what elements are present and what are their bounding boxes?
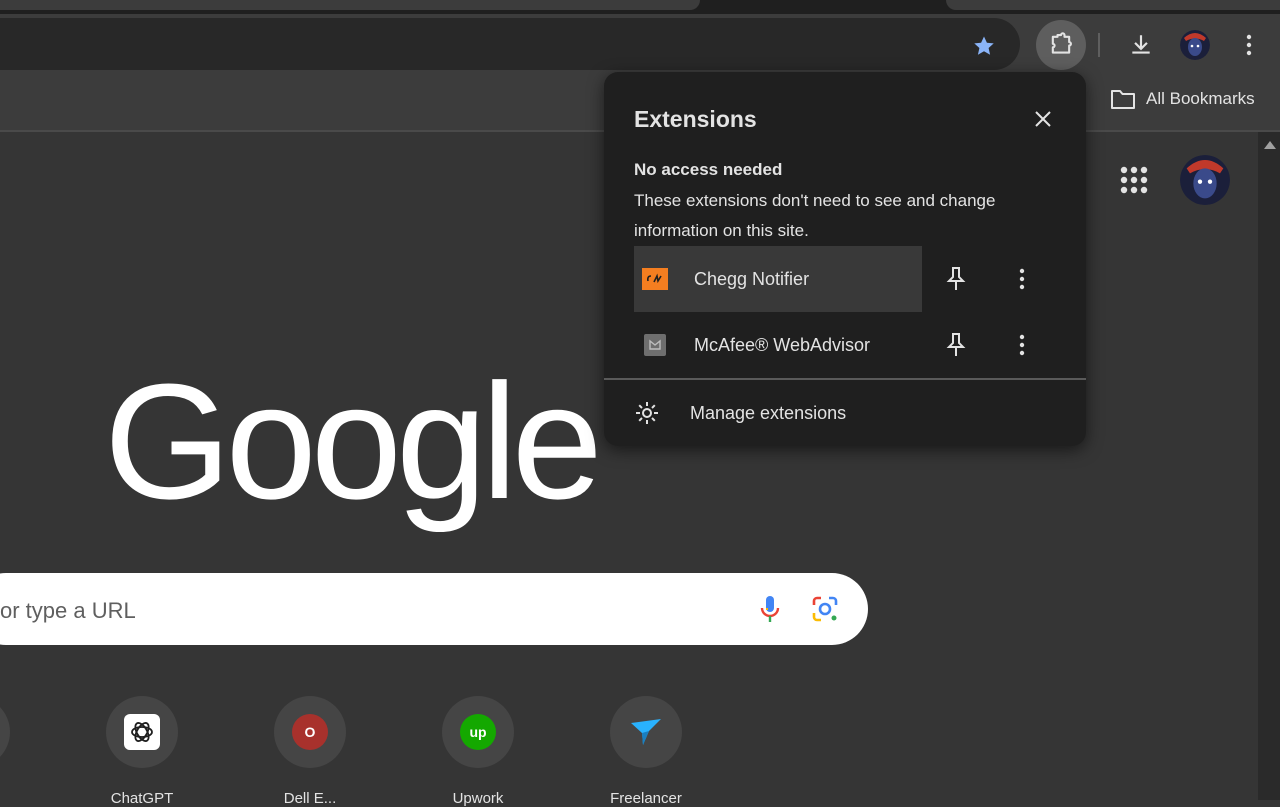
download-icon[interactable]: [1124, 28, 1158, 62]
account-avatar[interactable]: [1180, 155, 1230, 205]
shortcut-freelancer[interactable]: [610, 696, 682, 768]
shortcut-dell[interactable]: O: [274, 696, 346, 768]
section-description: These extensions don't need to see and c…: [634, 191, 996, 240]
google-logo: Google: [104, 350, 603, 533]
more-vert-icon[interactable]: [1008, 264, 1036, 294]
pin-icon[interactable]: [942, 330, 970, 360]
more-vert-icon[interactable]: [1008, 330, 1036, 360]
opera-icon: O: [292, 714, 328, 750]
scroll-up-arrow-icon[interactable]: [1264, 141, 1276, 149]
extension-name: McAfee® WebAdvisor: [694, 334, 870, 355]
shortcut-label: ChatGPT: [110, 790, 174, 807]
close-icon[interactable]: [1030, 106, 1056, 132]
all-bookmarks-button[interactable]: All Bookmarks: [1110, 88, 1255, 110]
popup-divider: [604, 378, 1086, 380]
more-vert-icon[interactable]: [1234, 28, 1264, 62]
extension-name: Chegg Notifier: [694, 268, 810, 289]
tab-strip: [0, 0, 1280, 14]
manage-extensions-button[interactable]: Manage extensions: [634, 390, 846, 436]
chegg-icon: [642, 268, 668, 290]
shortcut-label: Dell E...: [283, 790, 337, 807]
tab[interactable]: [946, 0, 1280, 10]
profile-avatar[interactable]: [1180, 30, 1210, 60]
shortcut-chatgpt[interactable]: [106, 696, 178, 768]
folder-icon: [1111, 90, 1135, 109]
extension-row-chegg[interactable]: Chegg Notifier: [634, 246, 922, 312]
chatgpt-icon: [124, 714, 160, 750]
mcafee-icon: [642, 334, 668, 356]
search-placeholder: or type a URL: [0, 598, 136, 623]
google-apps-icon[interactable]: [1116, 162, 1152, 198]
pin-icon[interactable]: [942, 264, 970, 294]
popup-title: Extensions: [634, 106, 757, 132]
upwork-icon: up: [460, 714, 496, 750]
google-lens-icon[interactable]: [810, 594, 840, 624]
section-heading: No access needed: [634, 160, 783, 179]
address-bar[interactable]: [0, 18, 1020, 70]
extensions-popup: Extensions No access needed These extens…: [604, 72, 1086, 446]
all-bookmarks-label: All Bookmarks: [1146, 89, 1255, 108]
extension-row-mcafee[interactable]: McAfee® WebAdvisor: [634, 312, 922, 378]
tab[interactable]: [0, 0, 700, 10]
gear-icon: [636, 402, 658, 424]
toolbar-separator: [1098, 33, 1100, 57]
toolbar: [0, 14, 1280, 70]
extensions-puzzle-icon[interactable]: [1036, 20, 1086, 70]
manage-extensions-label: Manage extensions: [690, 402, 847, 423]
shortcut-upwork[interactable]: up: [442, 696, 514, 768]
scrollbar[interactable]: [1258, 132, 1280, 800]
freelancer-icon: [628, 714, 664, 750]
shortcut-label: Freelancer: [610, 790, 682, 807]
shortcut-label: Upwork: [452, 790, 504, 807]
microphone-icon[interactable]: [756, 594, 784, 624]
shortcut-letter: O: [304, 724, 316, 740]
bookmark-star-icon[interactable]: [966, 30, 1002, 62]
shortcut-letter: up: [469, 724, 487, 740]
